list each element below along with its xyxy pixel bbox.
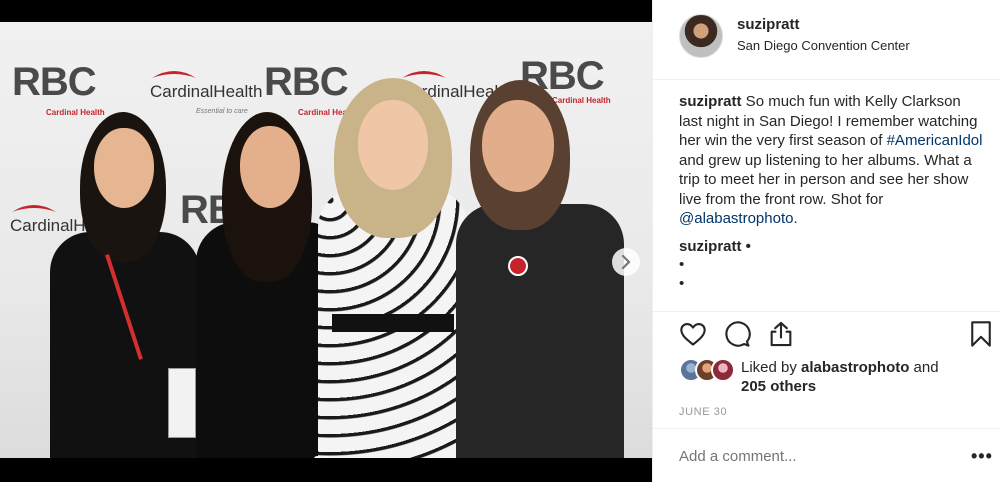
backdrop-logo-rbc: RBC <box>12 60 97 104</box>
backdrop-logo-cardinal-health: CardinalHealth <box>150 68 262 102</box>
caption-mention[interactable]: @alabastrophoto <box>679 210 793 227</box>
person-center <box>318 78 468 458</box>
divider <box>653 311 1000 312</box>
caption-text-3: . <box>793 210 798 227</box>
carousel-dot-2 <box>324 456 330 458</box>
post-caption: suzipratt So much fun with Kelly Clarkso… <box>679 92 985 229</box>
post-photo-pane: RBC Cardinal Health CardinalHealth Essen… <box>0 0 652 482</box>
comment-bubble-icon[interactable] <box>723 320 751 348</box>
chevron-right-icon <box>621 255 631 269</box>
liker-username[interactable]: alabastrophoto <box>801 359 909 376</box>
caption-text-2: and grew up listening to her albums. Wha… <box>679 151 972 208</box>
caption-username[interactable]: suzipratt <box>679 93 742 110</box>
likes-and: and <box>909 359 939 376</box>
comment-line: • <box>679 274 685 292</box>
post-location[interactable]: San Diego Convention Center <box>737 38 910 53</box>
avatar[interactable] <box>711 358 735 382</box>
post-date[interactable]: JUNE 30 <box>679 406 727 418</box>
likes-text: Liked by alabastrophoto and 205 others <box>741 358 991 396</box>
heart-icon[interactable] <box>679 320 707 348</box>
comment: suzipratt • <box>679 238 985 255</box>
post-author-username[interactable]: suzipratt <box>737 16 800 33</box>
post-header: suzipratt San Diego Convention Center <box>653 0 1000 80</box>
post-photo[interactable]: RBC Cardinal Health CardinalHealth Essen… <box>0 22 652 458</box>
divider <box>653 428 1000 429</box>
comments-area: suzipratt So much fun with Kelly Clarkso… <box>679 92 985 310</box>
caption-hashtag[interactable]: #AmericanIdol <box>887 132 983 149</box>
carousel-next-button[interactable] <box>612 248 640 276</box>
person-right <box>456 80 624 458</box>
add-comment-input[interactable] <box>679 448 929 465</box>
cardinal-swoosh-icon <box>152 71 196 78</box>
avatar[interactable] <box>679 14 723 58</box>
liker-avatars <box>679 358 739 382</box>
comment-line: • <box>679 255 685 273</box>
person-left <box>50 112 200 458</box>
post-actions <box>679 320 995 350</box>
more-options-button[interactable]: ••• <box>971 446 993 467</box>
carousel-indicator <box>314 456 330 458</box>
likes-prefix: Liked by <box>741 359 802 376</box>
carousel-dot-1 <box>314 456 320 458</box>
likes-others-link[interactable]: 205 others <box>741 378 816 395</box>
share-icon[interactable] <box>767 320 795 348</box>
comment-suffix: • <box>741 237 751 255</box>
comment-username[interactable]: suzipratt <box>679 238 742 255</box>
post-side-panel: suzipratt San Diego Convention Center su… <box>652 0 1000 482</box>
bookmark-icon[interactable] <box>967 320 995 348</box>
